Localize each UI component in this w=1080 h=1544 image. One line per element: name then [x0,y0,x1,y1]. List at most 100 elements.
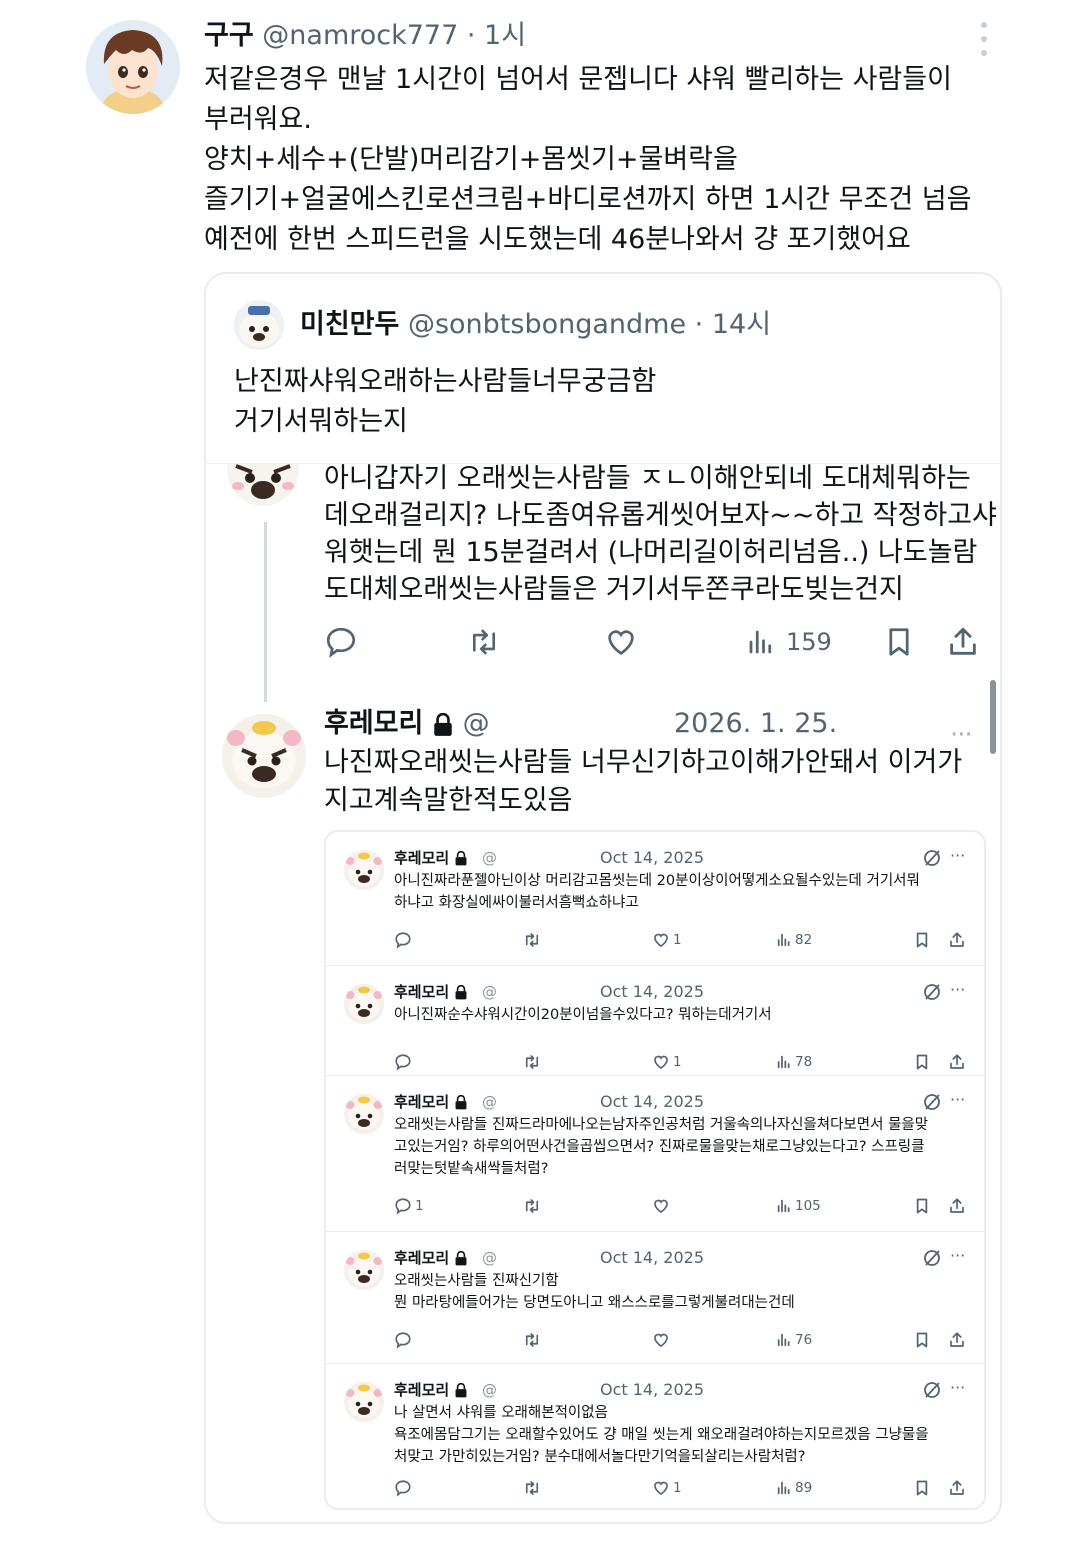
retweet-button[interactable] [522,1194,542,1218]
retweet-button[interactable] [522,1476,542,1500]
avatar[interactable] [344,984,384,1024]
share-button[interactable] [948,1050,966,1074]
views-button[interactable]: 78 [776,1050,812,1074]
author-name[interactable]: 미친만두 [300,309,399,340]
reply-author-name[interactable]: 후레모리 [394,844,468,872]
author-handle[interactable]: @ [482,844,497,872]
reply-author-line: 후레모리 @ [324,702,490,746]
author-handle[interactable]: @ [463,708,490,739]
grok-icon[interactable] [922,1380,942,1400]
reply-button[interactable] [324,620,358,664]
reply-author-name[interactable]: 후레모리 [394,1244,468,1272]
retweet-button[interactable] [466,620,502,664]
avatar[interactable] [344,1250,384,1290]
reply-button[interactable] [394,1476,415,1500]
grok-icon[interactable] [922,1248,942,1268]
author-name[interactable]: 후레모리 [394,1381,449,1399]
share-icon [950,1480,964,1495]
author-handle[interactable]: @namrock777 [262,20,458,51]
grok-icon[interactable] [922,848,942,868]
more-options-icon[interactable]: ··· [950,1376,965,1400]
like-button[interactable]: 1 [652,1476,682,1500]
nested-reply-item[interactable]: 후레모리 @ Oct 14, 2025 ··· 오래씻는사람들 진짜드라마에나오는남자… [326,1076,984,1232]
author-handle[interactable]: @ [482,1376,497,1404]
views-button[interactable]: 89 [776,1476,812,1500]
retweet-button[interactable] [522,1328,542,1352]
tweet-time[interactable]: · 1시 [467,20,526,51]
share-button[interactable] [946,620,980,664]
author-name[interactable]: 후레모리 [394,849,449,867]
reply-button[interactable] [394,928,415,952]
reply-date[interactable]: Oct 14, 2025 [600,978,704,1006]
share-button[interactable] [948,1194,966,1218]
reply-date[interactable]: Oct 14, 2025 [600,1088,704,1116]
nested-reply-item[interactable]: 후레모리 @ Oct 14, 2025 ··· 아니진짜라푼젤아닌이상 머리감고몸씻는… [326,832,984,966]
share-button[interactable] [948,928,966,952]
tweet-time[interactable]: · 14시 [695,309,771,340]
reply-author-name[interactable]: 후레모리 [394,1376,468,1404]
more-options-icon[interactable]: ··· [950,1088,965,1112]
avatar[interactable] [222,456,304,516]
tweet-text-line: 양치+세수+(단발)머리감기+몸씻기+물벼락을 [204,144,738,175]
more-options-icon[interactable]: ··· [950,978,965,1002]
author-name[interactable]: 후레모리 [394,1093,449,1111]
avatar[interactable] [344,1094,384,1134]
author-name[interactable]: 후레모리 [394,1249,449,1267]
more-options-icon[interactable]: ··· [950,844,965,868]
lock-icon [455,1383,467,1398]
views-button[interactable]: 159 [746,620,832,664]
like-button[interactable] [652,1194,673,1218]
more-options-icon[interactable] [976,22,992,56]
reply-button[interactable] [394,1050,415,1074]
like-button[interactable]: 1 [652,1050,682,1074]
reply-button[interactable] [394,1328,415,1352]
avatar[interactable] [222,714,306,798]
quoted-tweet-header[interactable]: 미친만두 @sonbtsbongandme · 14시 난진짜샤워오래하는사람들… [206,274,1000,464]
retweet-button[interactable] [522,928,542,952]
bookmark-button[interactable] [914,928,930,952]
retweet-button[interactable] [522,1050,542,1074]
like-button[interactable]: 1 [652,928,682,952]
bookmark-button[interactable] [914,1050,930,1074]
reply-date[interactable]: 2026. 1. 25. [674,702,837,746]
views-button[interactable]: 82 [776,928,812,952]
quoted-tweet-card[interactable]: 아니갑자기 오래씻는사람들 ㅈㄴ이해안되네 도대체뭐하는 데오래걸리지? 나도좀… [204,272,1002,1524]
reply-button[interactable]: 1 [394,1194,424,1218]
like-button[interactable] [652,1328,673,1352]
share-button[interactable] [948,1328,966,1352]
bookmark-icon [916,1198,928,1214]
lock-icon [455,1095,467,1110]
bookmark-icon [916,1054,928,1070]
author-handle[interactable]: @ [482,1088,497,1116]
author-name[interactable]: 후레모리 [324,708,423,739]
views-button[interactable]: 105 [776,1194,821,1218]
like-button[interactable] [604,620,638,664]
avatar[interactable] [344,1382,384,1422]
nested-reply-item[interactable]: 후레모리 @ Oct 14, 2025 ··· 아니진짜순수샤워시간이20분이넘을수있… [326,966,984,1076]
reply-date[interactable]: Oct 14, 2025 [600,1244,704,1272]
reply-author-name[interactable]: 후레모리 [394,1088,468,1116]
more-options-icon[interactable]: ··· [950,1244,965,1268]
grok-icon[interactable] [922,982,942,1002]
author-handle[interactable]: @ [482,978,497,1006]
avatar[interactable] [86,20,180,114]
share-button[interactable] [948,1476,966,1500]
bookmark-button[interactable] [914,1194,930,1218]
scrollbar[interactable] [990,680,996,754]
nested-reply-item[interactable]: 후레모리 @ Oct 14, 2025 ··· 나 살면서 샤워를 오래해본적이없음 욕… [326,1364,984,1508]
reply-author-name[interactable]: 후레모리 [394,978,468,1006]
bookmark-button[interactable] [914,1328,930,1352]
reply-date[interactable]: Oct 14, 2025 [600,1376,704,1404]
nested-reply-item[interactable]: 후레모리 @ Oct 14, 2025 ··· 오래씻는사람들 진짜신기함 뭔 마라탕에… [326,1232,984,1364]
author-name[interactable]: 구구 [204,20,254,51]
avatar[interactable] [344,850,384,890]
avatar[interactable] [234,300,284,350]
author-name[interactable]: 후레모리 [394,983,449,1001]
reply-date[interactable]: Oct 14, 2025 [600,844,704,872]
author-handle[interactable]: @sonbtsbongandme [408,309,686,340]
views-button[interactable]: 76 [776,1328,812,1352]
bookmark-button[interactable] [884,620,914,664]
bookmark-button[interactable] [914,1476,930,1500]
author-handle[interactable]: @ [482,1244,497,1272]
grok-icon[interactable] [922,1092,942,1112]
